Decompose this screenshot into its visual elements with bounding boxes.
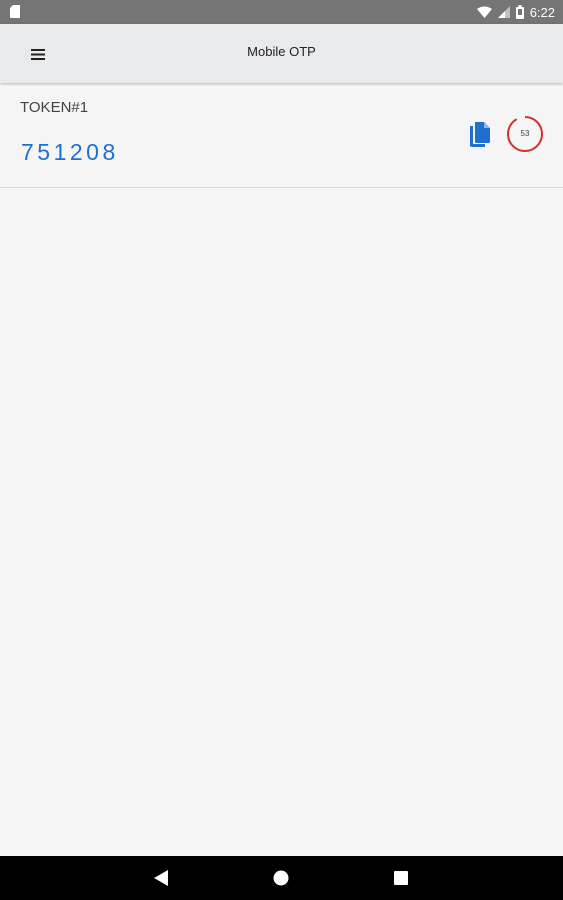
status-bar: 6:22: [0, 0, 563, 24]
navigation-bar: [0, 856, 563, 900]
status-time: 6:22: [529, 4, 555, 20]
wifi-icon: [476, 6, 492, 18]
status-icons: 6:22: [476, 3, 555, 21]
signal-icon: [497, 6, 510, 18]
token-item[interactable]: TOKEN#1 751208 53: [0, 86, 563, 188]
sd-card-icon: [10, 5, 20, 18]
copy-icon[interactable]: [467, 121, 493, 149]
token-code[interactable]: 751208: [21, 139, 119, 166]
timer-seconds: 53: [520, 129, 530, 138]
battery-icon: [515, 5, 524, 19]
recents-icon[interactable]: [391, 868, 411, 888]
page-title: Mobile OTP: [247, 44, 316, 59]
back-icon[interactable]: [151, 868, 171, 888]
token-name: TOKEN#1: [20, 99, 89, 116]
home-icon[interactable]: [271, 868, 291, 888]
app-bar: Mobile OTP: [0, 24, 563, 83]
countdown-timer: 53: [506, 115, 544, 153]
